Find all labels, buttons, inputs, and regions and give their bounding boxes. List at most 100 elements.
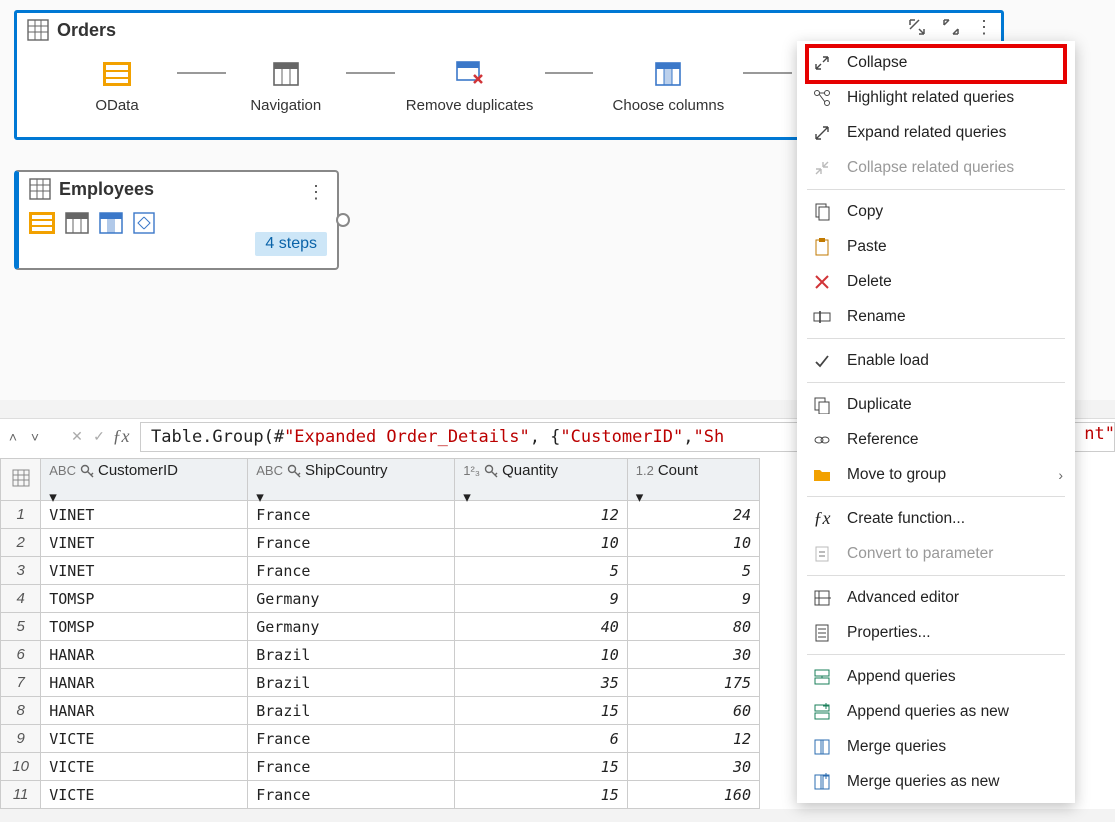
- menu-create-function[interactable]: ƒx Create function...: [797, 501, 1075, 536]
- menu-merge-queries[interactable]: Merge queries: [797, 729, 1075, 764]
- column-filter-dropdown[interactable]: ▾: [256, 488, 446, 506]
- chevron-up-icon[interactable]: ˄: [2, 422, 24, 452]
- more-icon[interactable]: ⋮: [307, 182, 327, 203]
- menu-copy[interactable]: Copy: [797, 194, 1075, 229]
- table-icon: [273, 62, 299, 86]
- cell-customerid: VINET: [41, 557, 248, 585]
- employees-query-node[interactable]: Employees ⋮ 4 steps: [14, 170, 339, 270]
- column-filter-dropdown[interactable]: ▾: [49, 488, 239, 506]
- col-quantity[interactable]: 1²₃ Quantity ▾: [455, 459, 628, 501]
- cell-customerid: HANAR: [41, 641, 248, 669]
- check-icon: [811, 350, 833, 372]
- datasource-icon[interactable]: [29, 212, 55, 234]
- cell-shipcountry: Brazil: [248, 641, 455, 669]
- cell-shipcountry: Brazil: [248, 697, 455, 725]
- properties-icon: [811, 622, 833, 644]
- table-row[interactable]: 10VICTEFrance1530: [1, 753, 760, 781]
- table-icon: [27, 19, 49, 41]
- merge-icon: [811, 736, 833, 758]
- cell-count: 5: [627, 557, 759, 585]
- datasource-icon: [103, 62, 131, 86]
- highlight-related-icon: [811, 87, 833, 109]
- expand-icon[interactable]: [133, 212, 155, 234]
- table-icon[interactable]: [65, 212, 89, 234]
- menu-duplicate[interactable]: Duplicate: [797, 387, 1075, 422]
- connector-line: [177, 72, 226, 74]
- table-row[interactable]: 3VINETFrance55: [1, 557, 760, 585]
- merge-new-icon: [811, 771, 833, 793]
- table-icon: [12, 469, 30, 487]
- data-preview-table: ABC CustomerID ▾ ABC ShipCountry ▾ 1²₃ Q…: [0, 458, 760, 809]
- table-row[interactable]: 2VINETFrance1010: [1, 529, 760, 557]
- fx-icon[interactable]: ƒx: [110, 422, 132, 452]
- step-navigation[interactable]: Navigation: [226, 57, 346, 114]
- cell-count: 10: [627, 529, 759, 557]
- table-row[interactable]: 6HANARBrazil1030: [1, 641, 760, 669]
- parameter-icon: [811, 543, 833, 565]
- chevron-down-icon[interactable]: ˅: [24, 422, 46, 452]
- table-row[interactable]: 9VICTEFrance612: [1, 725, 760, 753]
- menu-delete[interactable]: Delete: [797, 264, 1075, 299]
- more-icon[interactable]: ⋮: [975, 22, 993, 32]
- collapse-in-icon[interactable]: [941, 17, 961, 37]
- cell-quantity: 15: [455, 781, 628, 809]
- duplicate-icon: [811, 394, 833, 416]
- table-row[interactable]: 7HANARBrazil35175: [1, 669, 760, 697]
- table-row[interactable]: 5TOMSPGermany4080: [1, 613, 760, 641]
- menu-reference[interactable]: Reference: [797, 422, 1075, 457]
- cell-shipcountry: Germany: [248, 585, 455, 613]
- menu-enable-load[interactable]: Enable load: [797, 343, 1075, 378]
- expand-related-icon: [811, 122, 833, 144]
- row-index: 10: [1, 753, 41, 781]
- cancel-formula-icon[interactable]: ✕: [66, 422, 88, 452]
- cell-shipcountry: Germany: [248, 613, 455, 641]
- row-index: 2: [1, 529, 41, 557]
- menu-advanced-editor[interactable]: Advanced editor: [797, 580, 1075, 615]
- connection-point-icon[interactable]: [336, 213, 350, 227]
- table-row[interactable]: 4TOMSPGermany99: [1, 585, 760, 613]
- table-icon: [29, 178, 51, 200]
- row-index-header[interactable]: [1, 459, 41, 501]
- menu-separator: [807, 575, 1065, 576]
- accept-formula-icon[interactable]: ✓: [88, 422, 110, 452]
- cell-quantity: 9: [455, 585, 628, 613]
- menu-rename[interactable]: Rename: [797, 299, 1075, 334]
- cell-count: 60: [627, 697, 759, 725]
- cell-shipcountry: France: [248, 781, 455, 809]
- menu-expand-related[interactable]: Expand related queries: [797, 115, 1075, 150]
- choose-columns-icon[interactable]: [99, 212, 123, 234]
- table-row[interactable]: 8HANARBrazil1560: [1, 697, 760, 725]
- column-filter-dropdown[interactable]: ▾: [463, 488, 619, 506]
- key-icon: [80, 464, 94, 478]
- cell-shipcountry: Brazil: [248, 669, 455, 697]
- row-index: 9: [1, 725, 41, 753]
- menu-separator: [807, 189, 1065, 190]
- step-choose-columns[interactable]: Choose columns: [593, 57, 743, 114]
- menu-append-queries-new[interactable]: Append queries as new: [797, 694, 1075, 729]
- menu-move-to-group[interactable]: Move to group ›: [797, 457, 1075, 492]
- expand-out-icon[interactable]: [907, 17, 927, 37]
- remove-duplicates-icon: [456, 61, 484, 87]
- step-remove-duplicates[interactable]: Remove duplicates: [395, 57, 545, 114]
- employees-title: Employees: [19, 172, 337, 206]
- column-filter-dropdown[interactable]: ▾: [636, 488, 751, 506]
- menu-merge-queries-new[interactable]: Merge queries as new: [797, 764, 1075, 799]
- step-odata[interactable]: OData: [57, 57, 177, 114]
- menu-collapse[interactable]: Collapse: [797, 45, 1075, 80]
- col-customerid[interactable]: ABC CustomerID ▾: [41, 459, 248, 501]
- menu-highlight-related[interactable]: Highlight related queries: [797, 80, 1075, 115]
- table-row[interactable]: 11VICTEFrance15160: [1, 781, 760, 809]
- advanced-editor-icon: [811, 587, 833, 609]
- connector-line: [743, 72, 792, 74]
- menu-properties[interactable]: Properties...: [797, 615, 1075, 650]
- employees-step-count[interactable]: 4 steps: [255, 232, 327, 256]
- col-shipcountry[interactable]: ABC ShipCountry ▾: [248, 459, 455, 501]
- append-icon: [811, 666, 833, 688]
- fx-icon: ƒx: [811, 508, 833, 530]
- menu-separator: [807, 382, 1065, 383]
- cell-customerid: VICTE: [41, 781, 248, 809]
- col-count[interactable]: 1.2Count ▾: [627, 459, 759, 501]
- cell-quantity: 15: [455, 697, 628, 725]
- menu-append-queries[interactable]: Append queries: [797, 659, 1075, 694]
- menu-paste[interactable]: Paste: [797, 229, 1075, 264]
